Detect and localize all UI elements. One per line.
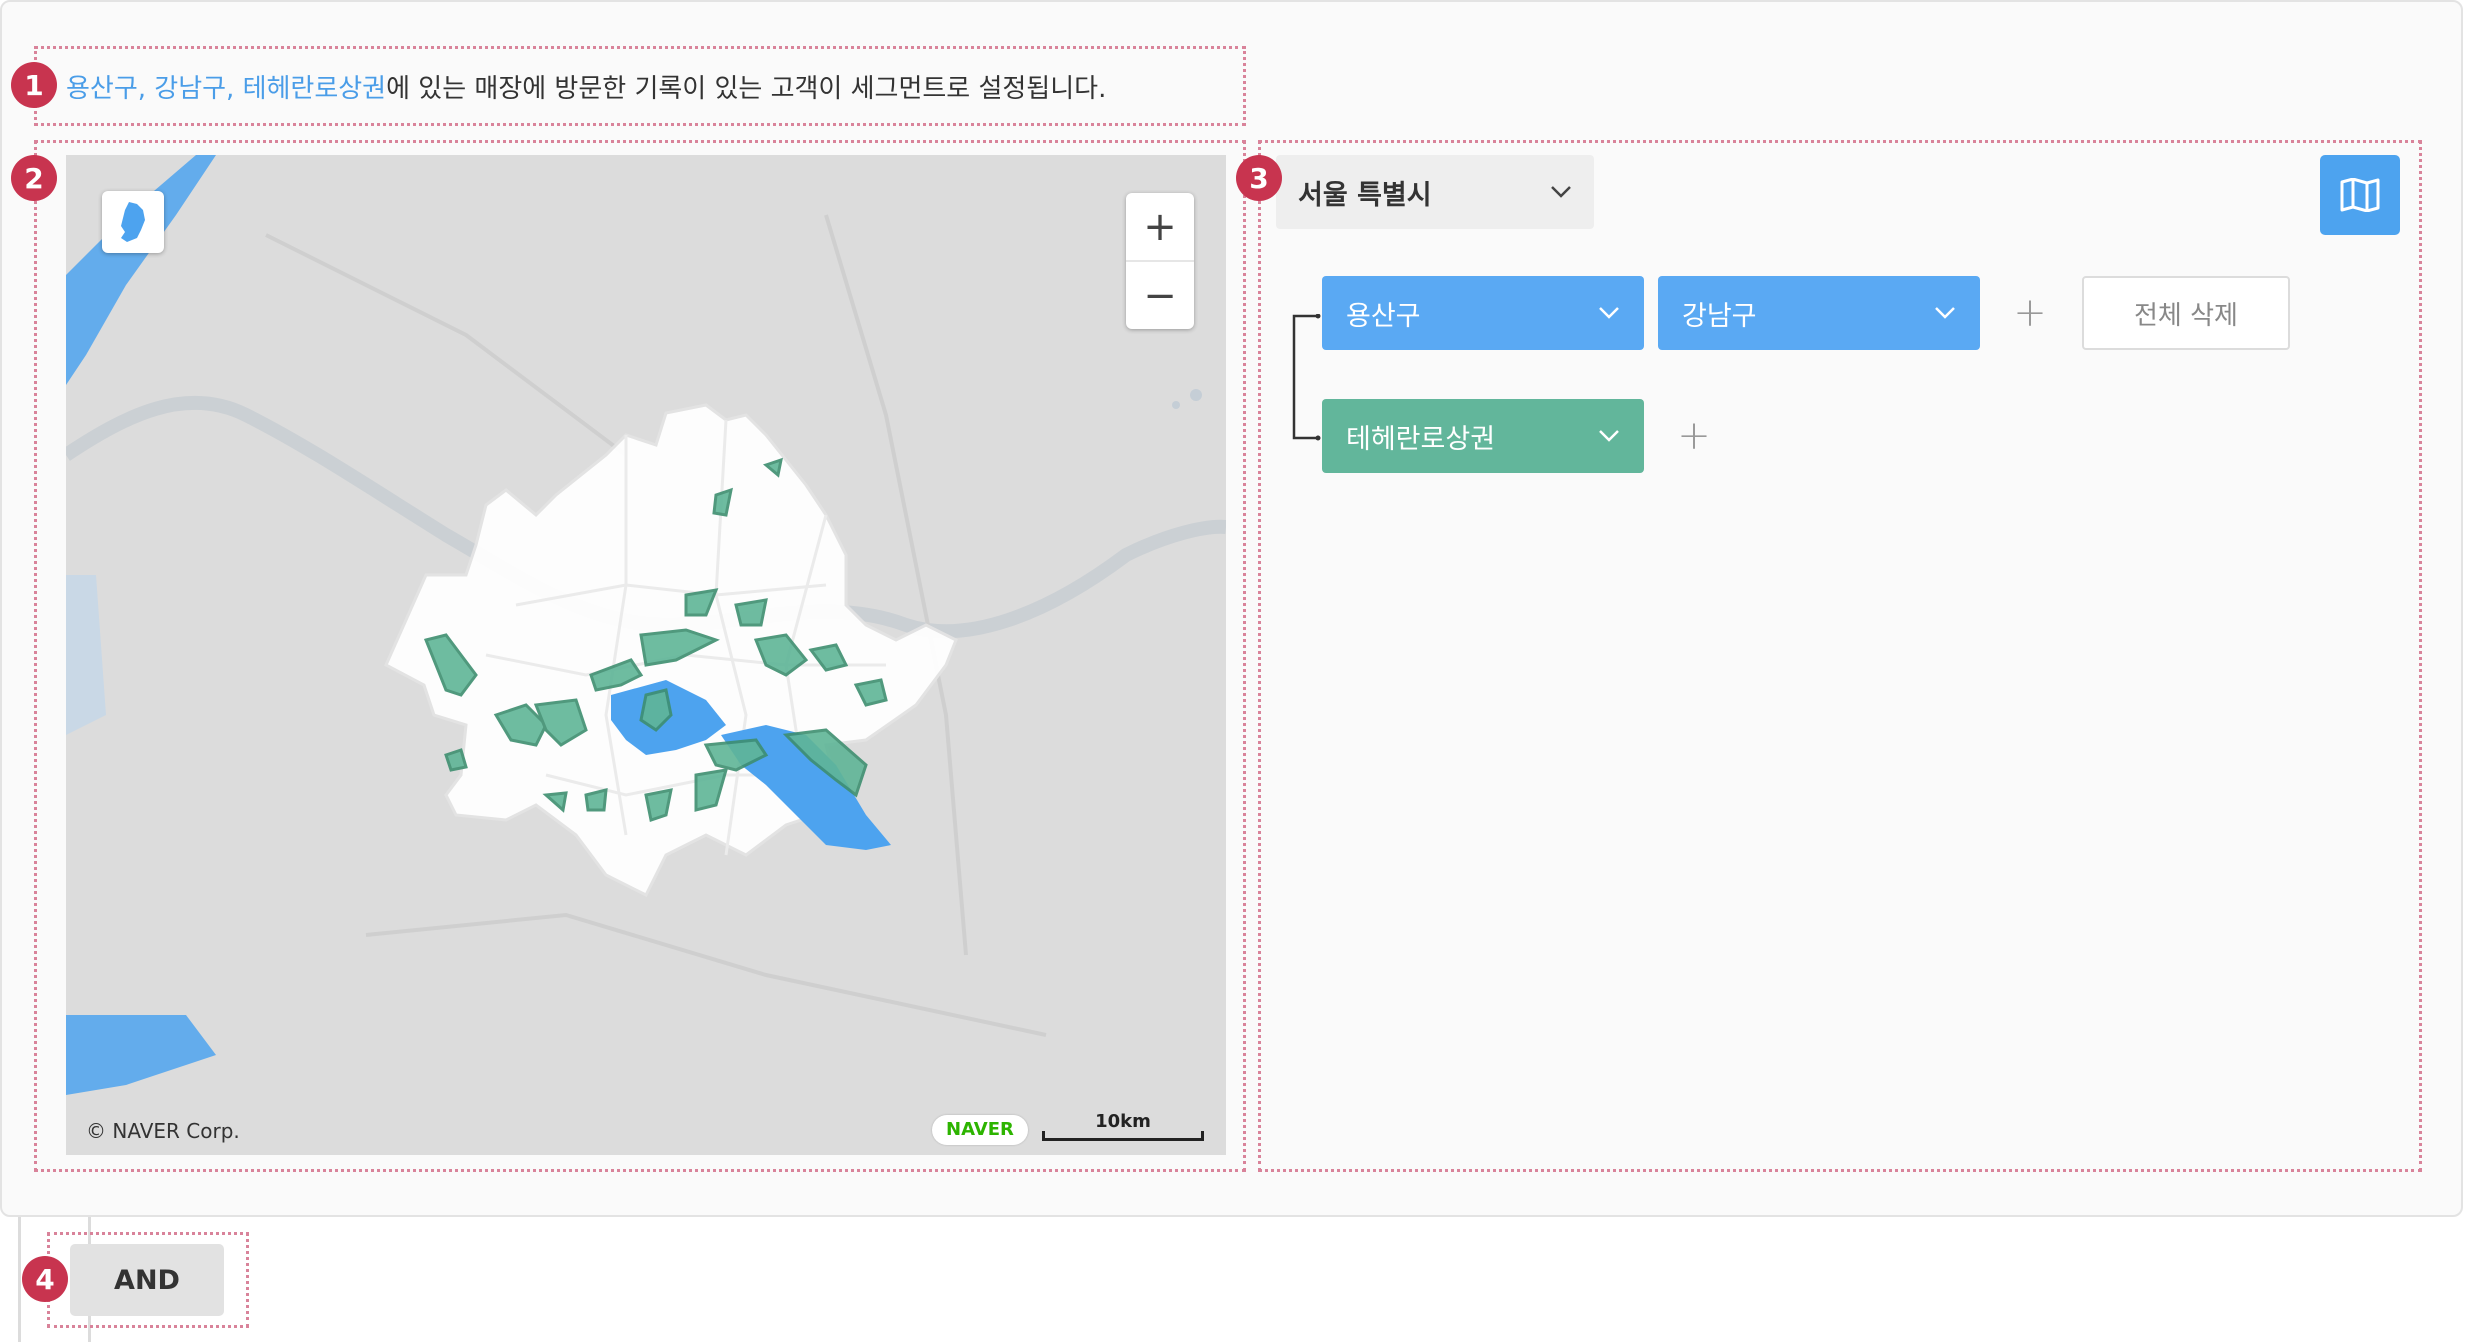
scale-label: 10km — [1095, 1111, 1151, 1132]
district-chip-yongsan[interactable]: 용산구 — [1322, 276, 1644, 350]
add-district-button[interactable]: + — [2010, 290, 2050, 336]
map-copyright: © NAVER Corp. — [86, 1119, 240, 1143]
description-text: 에 있는 매장에 방문한 기록이 있는 고객이 세그먼트로 설정됩니다. — [386, 74, 1107, 104]
map-canvas — [66, 155, 1226, 1095]
commercial-chip-teheran[interactable]: 테헤란로상권 — [1322, 399, 1644, 473]
coast-south — [66, 1015, 216, 1095]
korea-map-icon — [121, 202, 145, 242]
marker-3: 3 — [1236, 155, 1282, 201]
zoom-out-button[interactable]: − — [1126, 262, 1194, 329]
river-dots — [1172, 389, 1202, 409]
road — [365, 912, 1047, 1037]
segment-description: 용산구, 강남구, 테헤란로상권에 있는 매장에 방문한 기록이 있는 고객이 … — [66, 68, 1106, 105]
map-icon — [2340, 178, 2380, 212]
district-chip-label: 강남구 — [1682, 300, 1757, 332]
coast-west — [66, 575, 106, 735]
marker-1: 1 — [11, 62, 57, 108]
district-chip-gangnam[interactable]: 강남구 — [1658, 276, 1980, 350]
commercial-chip-label: 테헤란로상권 — [1346, 423, 1496, 455]
connector-line — [18, 1217, 21, 1342]
and-operator-button[interactable]: AND — [70, 1244, 224, 1316]
map-toggle-button[interactable] — [2320, 155, 2400, 235]
naver-logo: NAVER — [932, 1115, 1028, 1145]
city-select[interactable]: 서울 특별시 — [1276, 155, 1594, 229]
chevron-down-icon — [1551, 186, 1571, 198]
minimap-button[interactable] — [102, 191, 164, 253]
chevron-down-icon — [1599, 307, 1619, 319]
city-select-value: 서울 특별시 — [1298, 179, 1432, 211]
delete-all-button[interactable]: 전체 삭제 — [2082, 276, 2290, 350]
road — [265, 233, 628, 457]
marker-4: 4 — [22, 1256, 68, 1302]
map-scale: 10km — [1042, 1111, 1204, 1141]
region-map[interactable]: + − © NAVER Corp. NAVER 10km — [66, 155, 1226, 1155]
scale-bar — [1042, 1131, 1204, 1141]
zoom-control: + − — [1126, 193, 1194, 329]
district-chip-label: 용산구 — [1346, 300, 1421, 332]
marker-2: 2 — [11, 155, 57, 201]
chevron-down-icon — [1935, 307, 1955, 319]
add-commercial-button[interactable]: + — [1674, 413, 1714, 459]
chevron-down-icon — [1599, 430, 1619, 442]
zoom-in-button[interactable]: + — [1126, 193, 1194, 260]
description-highlight: 용산구, 강남구, 테헤란로상권 — [66, 74, 387, 104]
coast — [66, 155, 216, 385]
